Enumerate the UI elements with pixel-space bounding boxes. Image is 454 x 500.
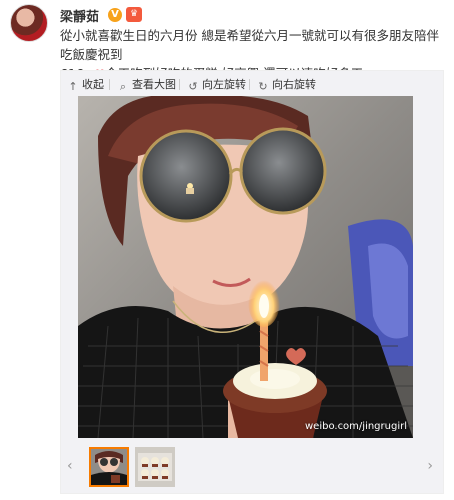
view-large-label: 查看大图 bbox=[132, 78, 176, 91]
post-photo[interactable]: weibo.com/jingrugirl bbox=[78, 96, 413, 438]
toolbar-divider bbox=[179, 79, 180, 90]
rotate-right-button[interactable]: ↻ 向右旋转 bbox=[257, 76, 316, 93]
rotate-right-icon: ↻ bbox=[258, 80, 268, 93]
member-crown-icon: ♛ bbox=[126, 7, 142, 22]
rotate-left-icon: ↺ bbox=[188, 80, 198, 93]
photo-illustration bbox=[78, 96, 413, 438]
thumbnail-selfie-image bbox=[91, 449, 127, 485]
thumbnail-cupcake-tray[interactable] bbox=[135, 447, 175, 487]
media-viewer: ↑ 收起 ⌕ 查看大图 ↺ 向左旋转 ↻ 向右旋转 weibo.com/jing… bbox=[60, 70, 444, 494]
thumbnail-cupcake-tray-image bbox=[135, 447, 175, 487]
username[interactable]: 梁靜茹 bbox=[60, 6, 99, 25]
thumbnail-selfie[interactable] bbox=[89, 447, 129, 487]
toolbar-divider bbox=[249, 79, 250, 90]
thumbnail-strip: ‹ › bbox=[61, 445, 443, 491]
rotate-right-label: 向右旋转 bbox=[272, 78, 316, 91]
thumb-next-icon[interactable]: › bbox=[427, 458, 433, 474]
post-text-line1: 從小就喜歡生日的六月份 總是希望從六月一號就可以有很多朋友陪伴吃飯慶祝到 bbox=[60, 28, 439, 62]
rotate-left-label: 向左旋转 bbox=[202, 78, 246, 91]
media-toolbar: ↑ 收起 ⌕ 查看大图 ↺ 向左旋转 ↻ 向右旋转 bbox=[61, 71, 443, 97]
thumb-prev-icon[interactable]: ‹ bbox=[67, 458, 73, 474]
collapse-label: 收起 bbox=[82, 78, 104, 91]
avatar[interactable] bbox=[10, 4, 48, 42]
photo-watermark: weibo.com/jingrugirl bbox=[304, 421, 407, 432]
toolbar-divider bbox=[109, 79, 110, 90]
view-large-button[interactable]: ⌕ 查看大图 bbox=[117, 76, 176, 93]
verified-badge-icon: V bbox=[108, 8, 122, 22]
collapse-button[interactable]: ↑ 收起 bbox=[67, 76, 104, 93]
magnifier-icon: ⌕ bbox=[119, 80, 127, 93]
collapse-icon: ↑ bbox=[68, 80, 78, 93]
rotate-left-button[interactable]: ↺ 向左旋转 bbox=[187, 76, 246, 93]
